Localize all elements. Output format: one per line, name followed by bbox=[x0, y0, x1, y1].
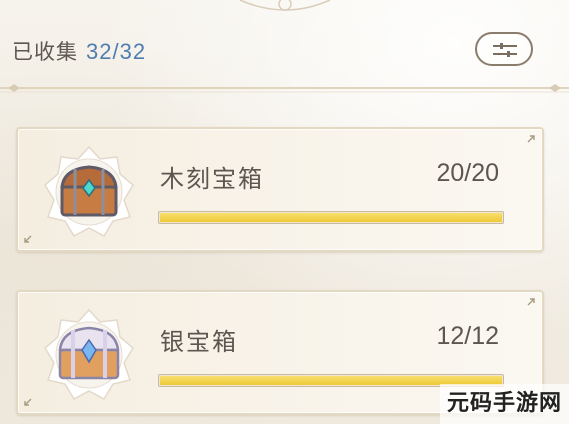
corner-arrow-icon bbox=[527, 135, 535, 143]
chest-name: 木刻宝箱 bbox=[160, 165, 264, 193]
wooden-chest-icon bbox=[44, 145, 134, 237]
chest-progress-count: 12/12 bbox=[436, 322, 499, 350]
watermark: 元码手游网 bbox=[440, 384, 569, 424]
progress-fill bbox=[160, 213, 502, 222]
collected-title: 已收集 bbox=[12, 40, 78, 64]
collected-count: 32/32 bbox=[86, 39, 147, 64]
filter-icon bbox=[493, 43, 517, 57]
collected-label: 已收集 32/32 bbox=[12, 36, 146, 66]
top-ornament bbox=[240, 0, 330, 11]
corner-arrow-icon bbox=[24, 398, 32, 406]
header-divider bbox=[0, 84, 569, 93]
corner-arrow-icon bbox=[24, 235, 32, 243]
filter-button[interactable] bbox=[475, 32, 533, 66]
corner-arrow-icon bbox=[527, 298, 535, 306]
progress-track bbox=[158, 211, 504, 224]
chest-card-wooden[interactable]: 木刻宝箱 20/20 bbox=[16, 127, 544, 252]
chest-name: 银宝箱 bbox=[160, 328, 238, 356]
silver-chest-icon bbox=[44, 308, 134, 400]
chest-progress-count: 20/20 bbox=[436, 159, 499, 187]
chest-progress-bar bbox=[158, 205, 506, 229]
